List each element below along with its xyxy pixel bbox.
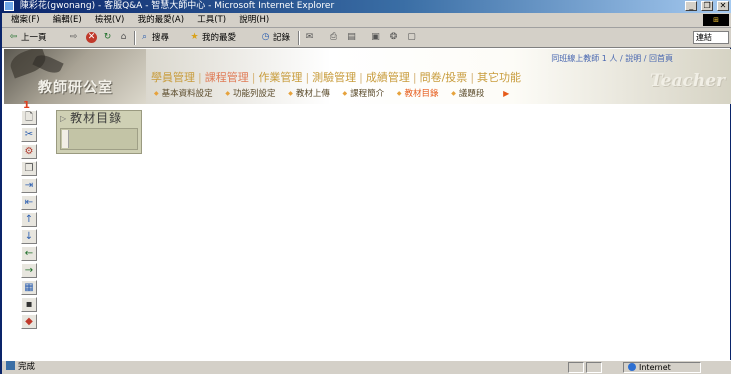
outdent-icon[interactable]: ⇤ bbox=[21, 195, 37, 210]
ie-icon bbox=[4, 1, 14, 11]
links-button[interactable]: 連結 bbox=[693, 31, 729, 44]
nav-grade-management[interactable]: 成績管理 bbox=[366, 69, 410, 85]
subnav-material-catalog[interactable]: 教材目錄 bbox=[397, 87, 439, 99]
subnav-course-intro[interactable]: 課程簡介 bbox=[343, 87, 384, 99]
nav-course-management[interactable]: 課程管理 bbox=[205, 69, 249, 85]
online-status[interactable]: 同班線上教師 1 人 / 說明 / 回首頁 bbox=[551, 53, 673, 64]
menu-bar: 檔案(F) 編輯(E) 檢視(V) 我的最愛(A) 工具(T) 說明(H) ⊞ bbox=[2, 13, 731, 28]
subnav-topic-section[interactable]: 議題段 bbox=[451, 87, 485, 99]
nav-survey-vote[interactable]: 問卷/投票 bbox=[420, 69, 468, 85]
indent-icon[interactable]: ⇥ bbox=[21, 178, 37, 193]
panel-title: 教材目錄 bbox=[70, 111, 123, 125]
stop-icon: ✕ bbox=[86, 32, 97, 43]
discuss-icon: ▣ bbox=[371, 32, 380, 42]
discuss-button[interactable]: ▣ bbox=[370, 31, 383, 45]
main-nav: 學員管理 | 課程管理 | 作業管理 | 測驗管理 | 成績管理 | 問卷/投票 | 其它功能 bbox=[151, 69, 522, 85]
move-left-icon[interactable]: ← bbox=[21, 246, 37, 261]
catalog-tree[interactable] bbox=[60, 128, 138, 150]
panel-header[interactable]: ▷ 教材目錄 bbox=[57, 111, 141, 125]
favorites-folder-icon: ★ bbox=[190, 32, 199, 42]
save-icon[interactable]: ▪ bbox=[21, 297, 37, 312]
side-toolbar: 🗋 ✂ ⚙ ❐ ⇥ ⇤ ↑ ↓ ← → ▦ ▪ ◆ bbox=[21, 110, 37, 331]
nav-homework-management[interactable]: 作業管理 bbox=[258, 69, 302, 85]
research-button[interactable]: ▢ bbox=[406, 31, 419, 45]
stop-button[interactable]: ✕ bbox=[86, 31, 99, 45]
home-button[interactable]: ⌂ bbox=[118, 31, 131, 45]
windows-logo-icon: ⊞ bbox=[703, 14, 729, 26]
subnav-material-upload[interactable]: 教材上傳 bbox=[288, 87, 330, 99]
browser-window: 陳彩花(gwonang) - 客服Q&A - 智慧大師中心 - Microsof… bbox=[0, 0, 731, 374]
refresh-button[interactable]: ↻ bbox=[102, 31, 115, 45]
status-pane bbox=[586, 362, 602, 373]
menu-edit[interactable]: 編輯(E) bbox=[48, 13, 87, 27]
teacher-watermark: Teacher bbox=[649, 71, 725, 91]
delete-icon[interactable]: ◆ bbox=[21, 314, 37, 329]
cut-icon[interactable]: ✂ bbox=[21, 127, 37, 142]
back-arrow-icon: ⇦ bbox=[9, 32, 18, 42]
mail-button[interactable]: ✉ bbox=[304, 31, 317, 45]
minimize-button[interactable]: _ bbox=[685, 1, 698, 11]
search-icon: ⌕ bbox=[141, 32, 148, 42]
menu-file[interactable]: 檔案(F) bbox=[6, 13, 45, 27]
toolbar: ⇦ 上一頁 ⇨ ✕ ↻ ⌂ ⌕ 搜尋 ★ 我的最愛 ◷ 記錄 ✉ ⎙ ▤ ▣ ❂… bbox=[2, 28, 731, 48]
favorites-button[interactable]: ★ 我的最愛 bbox=[189, 31, 236, 45]
page-header: 教師研公室 同班線上教師 1 人 / 說明 / 回首頁 學員管理 | 課程管理 | 作業… bbox=[4, 49, 731, 104]
nav-other-functions[interactable]: 其它功能 bbox=[477, 69, 521, 85]
status-done: 完成 bbox=[6, 361, 35, 374]
leaf-decoration bbox=[32, 51, 64, 77]
new-page-icon[interactable]: 🗋 bbox=[21, 110, 37, 125]
security-zone: Internet bbox=[623, 362, 701, 373]
close-button[interactable]: ✕ bbox=[717, 1, 729, 11]
messenger-icon: ❂ bbox=[389, 32, 398, 42]
copy-icon[interactable]: ❐ bbox=[21, 161, 37, 176]
forward-button[interactable]: ⇨ bbox=[68, 31, 81, 45]
menu-help[interactable]: 說明(H) bbox=[234, 13, 274, 27]
logo-text: 教師研公室 bbox=[38, 80, 113, 96]
print-icon: ⎙ bbox=[329, 32, 338, 42]
site-logo[interactable]: 教師研公室 bbox=[4, 49, 146, 104]
toolbar-divider bbox=[134, 31, 136, 45]
maximize-button[interactable]: ❐ bbox=[701, 1, 714, 11]
nav-exam-management[interactable]: 測驗管理 bbox=[312, 69, 356, 85]
more-arrow-icon[interactable]: ▶ bbox=[503, 89, 509, 98]
window-title: 陳彩花(gwonang) - 客服Q&A - 智慧大師中心 - Microsof… bbox=[19, 1, 335, 11]
back-button[interactable]: ⇦ 上一頁 bbox=[8, 31, 47, 45]
nav-student-management[interactable]: 學員管理 bbox=[151, 69, 195, 85]
globe-icon bbox=[628, 363, 636, 371]
toolbar-divider bbox=[298, 31, 300, 45]
expand-triangle-icon: ▷ bbox=[60, 114, 68, 123]
move-down-icon[interactable]: ↓ bbox=[21, 229, 37, 244]
edit-icon: ▤ bbox=[347, 32, 356, 42]
forward-arrow-icon: ⇨ bbox=[69, 32, 78, 42]
title-bar: 陳彩花(gwonang) - 客服Q&A - 智慧大師中心 - Microsof… bbox=[2, 0, 731, 13]
menu-favorites[interactable]: 我的最愛(A) bbox=[133, 13, 189, 27]
tool-icon[interactable]: ⚙ bbox=[21, 144, 37, 159]
status-bar: 完成 Internet bbox=[2, 360, 731, 374]
search-button[interactable]: ⌕ 搜尋 bbox=[139, 31, 169, 45]
edit-button[interactable]: ▤ bbox=[346, 31, 359, 45]
history-icon: ◷ bbox=[261, 32, 270, 42]
page-icon bbox=[6, 361, 15, 370]
subnav-function-bar-settings[interactable]: 功能列設定 bbox=[225, 87, 276, 99]
menu-view[interactable]: 檢視(V) bbox=[90, 13, 129, 27]
status-pane bbox=[568, 362, 584, 373]
history-button[interactable]: ◷ 記錄 bbox=[260, 31, 290, 45]
window-controls: _ ❐ ✕ bbox=[684, 1, 729, 12]
print-button[interactable]: ⎙ bbox=[328, 31, 341, 45]
material-catalog-panel: ▷ 教材目錄 bbox=[56, 110, 142, 154]
subnav-basic-settings[interactable]: 基本資料設定 bbox=[154, 87, 213, 99]
messenger-button[interactable]: ❂ bbox=[388, 31, 401, 45]
move-up-icon[interactable]: ↑ bbox=[21, 212, 37, 227]
menu-tools[interactable]: 工具(T) bbox=[192, 13, 231, 27]
properties-icon[interactable]: ▦ bbox=[21, 280, 37, 295]
home-icon: ⌂ bbox=[120, 32, 127, 42]
mail-icon: ✉ bbox=[305, 32, 314, 42]
tree-node[interactable] bbox=[62, 130, 69, 148]
sub-nav: 基本資料設定 功能列設定 教材上傳 課程簡介 教材目錄 議題段 ▶ bbox=[154, 87, 510, 99]
research-icon: ▢ bbox=[407, 32, 416, 42]
refresh-icon: ↻ bbox=[103, 32, 112, 42]
move-right-icon[interactable]: → bbox=[21, 263, 37, 278]
